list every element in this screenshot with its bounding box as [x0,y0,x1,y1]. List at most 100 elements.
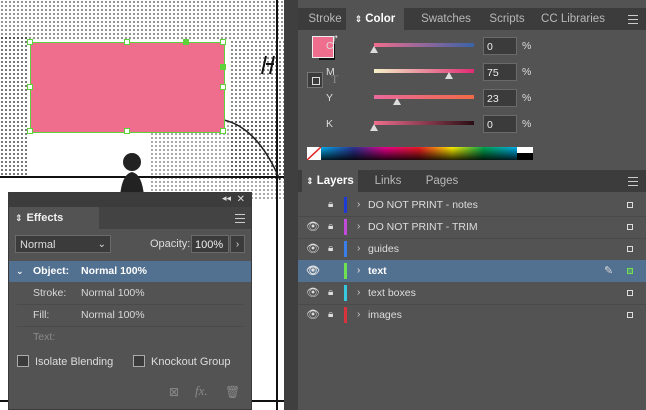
updown-icon: ⇕ [15,213,23,223]
layer-selection-square[interactable] [627,268,633,274]
layer-selection-square[interactable] [627,224,633,230]
tab-effects[interactable]: ⇕ Effects [9,207,99,229]
fx-button[interactable]: fx. [195,383,208,399]
layer-row[interactable]: 🔒︎ › DO NOT PRINT - notes [298,194,646,216]
panel-menu-icon[interactable] [628,177,638,186]
cyan-slider-thumb[interactable] [370,46,378,53]
tab-swatches[interactable]: Swatches [416,8,476,30]
eye-icon[interactable]: 👁︎ [306,304,320,326]
layer-row[interactable]: 👁︎ 🔒︎ › images [298,304,646,326]
knockout-group-checkbox[interactable]: Knockout Group [133,355,231,369]
opacity-slider-button[interactable]: › [230,235,245,253]
eye-icon[interactable]: 👁︎ [306,260,320,282]
resize-handle-bl[interactable] [27,128,33,134]
black-input[interactable]: 0 [483,115,517,133]
blend-mode-value: Normal [20,239,56,251]
resize-handle-mr-low[interactable] [220,84,226,90]
magenta-slider-thumb[interactable] [445,72,453,79]
layer-row[interactable]: 👁︎ 🔒︎ › guides [298,238,646,260]
document-canvas[interactable]: ◂◂ ✕ ⇕ Effects Normal ⌄ Opacity: 100% › ⌄… [0,0,284,410]
effect-row-object[interactable]: ⌄ Object: Normal 100% [9,261,251,282]
layer-color-bar [344,241,347,257]
chevron-down-icon[interactable]: ⌄ [16,261,24,282]
color-panel-tabs: Stroke ⇕ Color Swatches Scripts CC Librar… [298,8,646,30]
panel-menu-icon[interactable] [235,214,245,223]
yellow-slider-track[interactable] [374,95,474,99]
yellow-input[interactable]: 23 [483,89,517,107]
eye-icon[interactable]: 👁︎ [306,216,320,238]
trash-icon[interactable]: 🗑 [225,385,240,399]
lock-icon[interactable]: 🔒︎ [328,216,333,238]
layer-selection-square[interactable] [627,290,633,296]
tab-cc-libraries[interactable]: CC Libraries [538,8,608,30]
layer-selection-square[interactable] [627,202,633,208]
collapse-panel-icon[interactable]: ◂◂ [222,193,231,204]
resize-handle-tl[interactable] [27,39,33,45]
tab-layers-label: Layers [316,175,354,187]
lock-icon[interactable]: 🔒︎ [328,194,333,216]
artwork-lettering [261,55,275,75]
chevron-right-icon[interactable]: › [357,238,360,260]
magenta-row: M 75 % [298,62,646,84]
cmyk-spectrum-ramp[interactable] [307,147,533,160]
layer-selection-square[interactable] [627,246,633,252]
tab-scripts[interactable]: Scripts [482,8,532,30]
resize-handle-tr[interactable] [183,39,189,45]
chevron-right-icon[interactable]: › [357,260,360,282]
opacity-input[interactable]: 100% [191,235,229,253]
layer-row[interactable]: 👁︎ 🔒︎ › DO NOT PRINT - TRIM [298,216,646,238]
blend-mode-select[interactable]: Normal ⌄ [15,235,111,253]
resize-handle-tc[interactable] [124,39,130,45]
yellow-slider-thumb[interactable] [393,98,401,105]
effects-panel-titlebar[interactable]: ◂◂ ✕ [9,193,251,207]
effects-tab-row: ⇕ Effects [9,207,251,229]
tab-pages[interactable]: Pages [416,170,468,192]
knockout-group-label: Knockout Group [151,356,231,368]
checkbox-box[interactable] [17,355,29,367]
black-slider-thumb[interactable] [370,124,378,131]
percent-sign: % [522,92,532,104]
effect-row-stroke[interactable]: Stroke: Normal 100% [9,283,251,304]
tab-stroke[interactable]: Stroke [306,8,344,30]
layer-row[interactable]: 👁︎ › text ✎ [298,260,646,282]
tab-layers[interactable]: ⇕ Layers [302,170,358,192]
layer-color-bar [344,263,347,279]
isolate-blending-checkbox[interactable]: Isolate Blending [17,355,113,369]
lock-icon[interactable]: 🔒︎ [328,238,333,260]
layer-row[interactable]: 👁︎ 🔒︎ › text boxes [298,282,646,304]
black-slider-track[interactable] [374,121,474,125]
checkbox-box[interactable] [133,355,145,367]
updown-icon: ⇕ [354,14,363,24]
panel-menu-icon[interactable] [628,15,638,24]
artwork-halftone-top [0,0,284,40]
layer-selection-square[interactable] [627,312,633,318]
tab-links[interactable]: Links [364,170,412,192]
resize-handle-tr-corner[interactable] [220,39,226,45]
resize-handle-bc[interactable] [124,128,130,134]
layer-name: DO NOT PRINT - TRIM [368,221,478,233]
effects-panel[interactable]: ◂◂ ✕ ⇕ Effects Normal ⌄ Opacity: 100% › ⌄… [8,192,252,410]
chevron-right-icon[interactable]: › [357,216,360,238]
selected-rectangle-frame[interactable] [27,39,226,134]
magenta-input[interactable]: 75 [483,63,517,81]
chevron-right-icon[interactable]: › [357,194,360,216]
effect-row-text: Text: [9,327,251,348]
tab-color[interactable]: ⇕ Color [346,8,404,30]
chevron-right-icon[interactable]: › [357,304,360,326]
close-panel-icon[interactable]: ✕ [237,194,245,205]
resize-handle-ml[interactable] [27,84,33,90]
lock-icon[interactable]: 🔒︎ [328,304,333,326]
eye-icon[interactable]: 👁︎ [306,238,320,260]
magenta-slider-track[interactable] [374,69,474,73]
layer-name: guides [368,243,399,255]
eye-icon[interactable]: 👁︎ [306,282,320,304]
effect-row-fill[interactable]: Fill: Normal 100% [9,305,251,326]
resize-handle-mr[interactable] [220,64,226,70]
layer-color-bar [344,197,347,213]
cyan-input[interactable]: 0 [483,37,517,55]
clear-effects-icon[interactable]: ⊠ [169,385,179,399]
chevron-right-icon[interactable]: › [357,282,360,304]
lock-icon[interactable]: 🔒︎ [328,282,333,304]
cyan-slider-track[interactable] [374,43,474,47]
resize-handle-br[interactable] [220,128,226,134]
